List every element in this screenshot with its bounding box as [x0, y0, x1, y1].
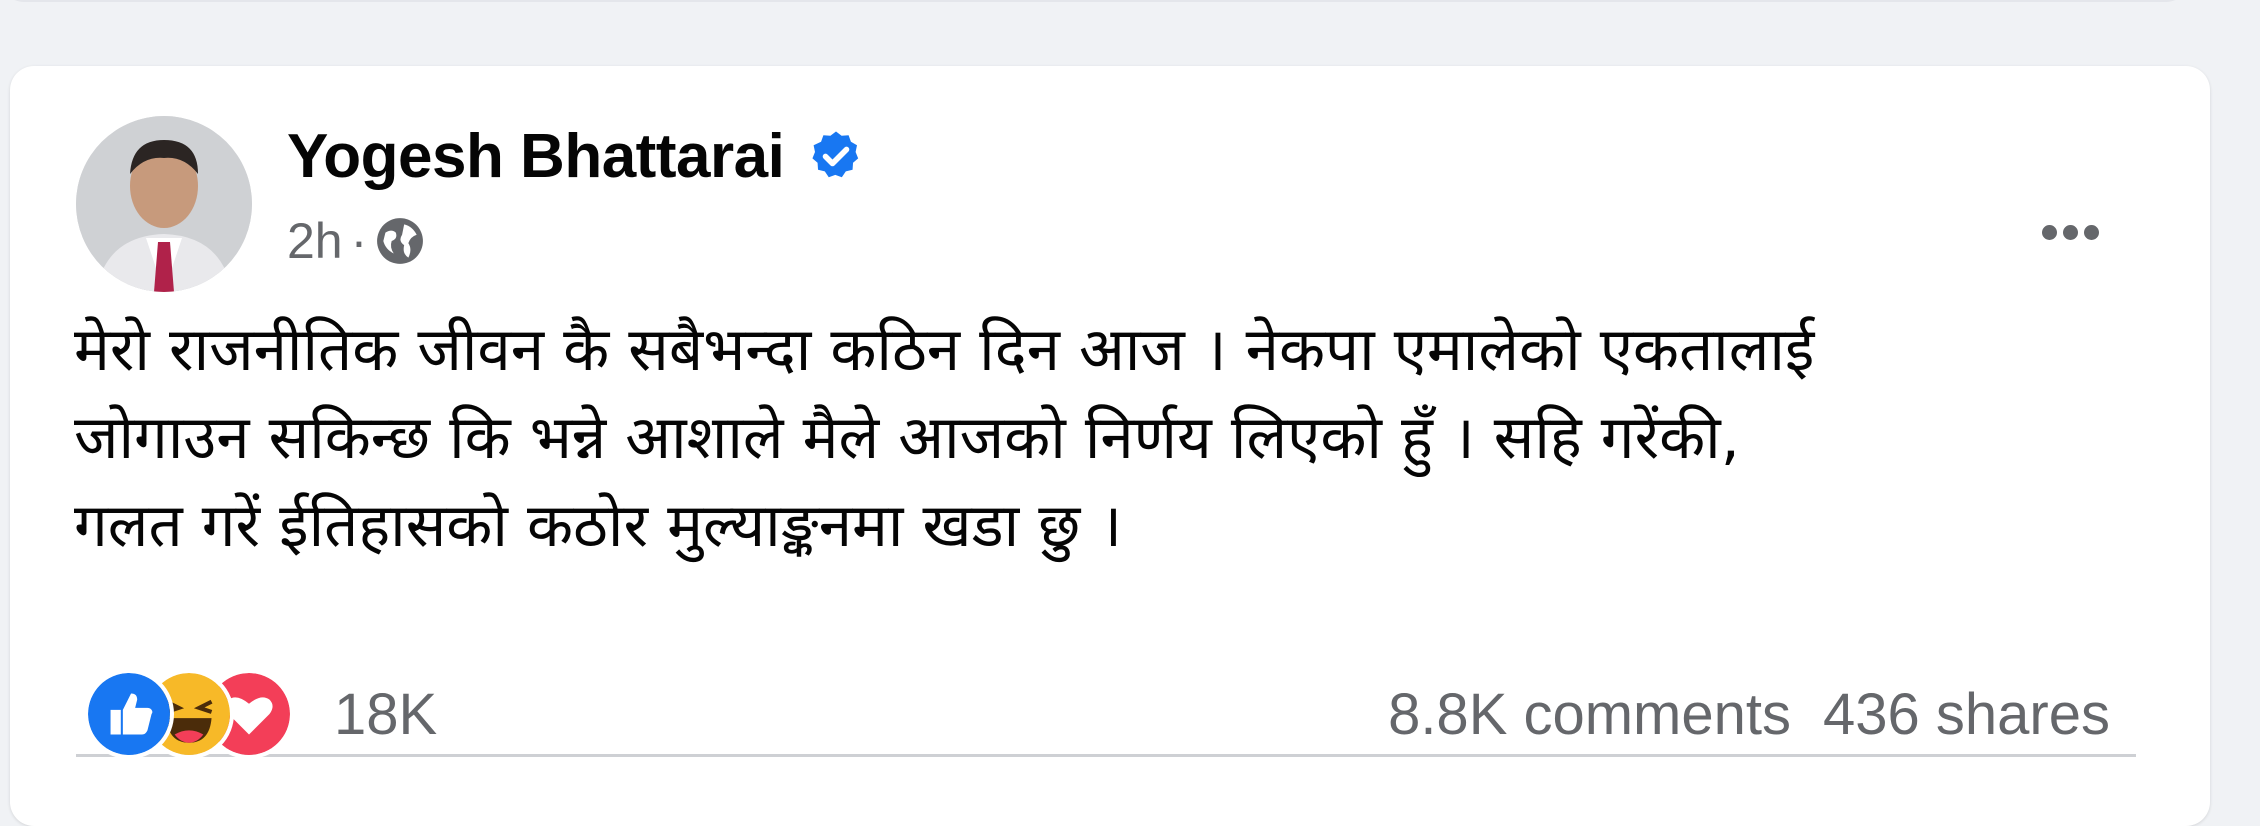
author-photo [76, 116, 252, 292]
verified-badge-icon [812, 131, 859, 178]
like-reaction-icon [84, 669, 174, 759]
post-card: Yogesh Bhattarai 2h · मेरो राजनीतिक जीवन… [10, 66, 2210, 826]
meta-separator: · [350, 213, 368, 269]
author-name-row: Yogesh Bhattarai [287, 116, 864, 196]
shares-count-link[interactable]: 436 shares [1823, 681, 2110, 748]
post-divider [76, 754, 2136, 757]
reaction-count: 18K [334, 681, 438, 747]
post-timestamp[interactable]: 2h [287, 212, 343, 270]
post-text: मेरो राजनीतिक जीवन कै सबैभन्दा कठिन दिन … [74, 315, 1815, 561]
reactions-summary[interactable]: 18K [84, 664, 437, 764]
author-name[interactable]: Yogesh Bhattarai [287, 121, 785, 192]
engagement-stats: 8.8K comments 436 shares [1388, 664, 2110, 764]
post-meta: 2h · [287, 206, 425, 276]
comments-count-link[interactable]: 8.8K comments [1388, 681, 1791, 748]
more-dot-icon [2062, 224, 2078, 240]
more-dot-icon [2041, 224, 2057, 240]
post-options-button[interactable] [2020, 200, 2120, 264]
author-avatar[interactable] [76, 116, 252, 292]
previous-post-card-edge [0, 0, 2190, 2]
more-dot-icon [2083, 224, 2099, 240]
globe-icon [377, 218, 424, 264]
